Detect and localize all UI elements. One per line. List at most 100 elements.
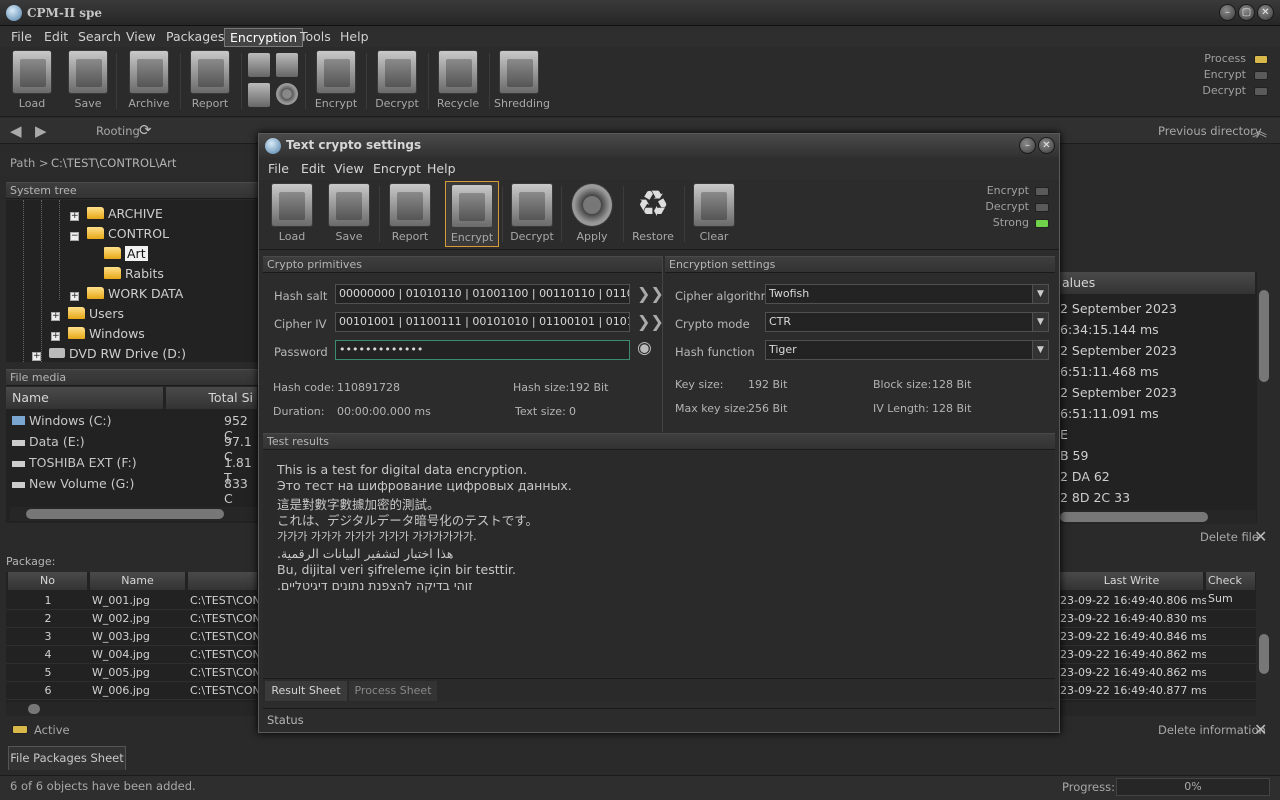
table-cell: 23-09-22 16:49:40.830 ms (1060, 612, 1206, 625)
delete-information-button[interactable]: Delete information (1158, 723, 1266, 737)
delete-file-button[interactable]: Delete file (1200, 530, 1259, 544)
key-icon (511, 183, 553, 227)
tree-item-dvd[interactable]: + DVD RW Drive (D:) (32, 344, 186, 362)
encrypt-button[interactable]: Encrypt (311, 50, 361, 112)
package-hscroll[interactable] (6, 702, 258, 716)
col-name[interactable]: Name (90, 572, 186, 590)
table-cell: 6 (44, 684, 52, 697)
save-button[interactable]: Save (63, 50, 113, 112)
minimize-button[interactable]: – (1219, 4, 1236, 21)
document-icon (248, 83, 270, 107)
dialog-save-button[interactable]: Save (322, 183, 376, 247)
tree-item-archive[interactable]: + ARCHIVE (70, 204, 163, 224)
forward-arrow-icon[interactable]: ▶ (35, 122, 47, 140)
vertical-scrollbar[interactable] (1257, 272, 1272, 524)
decrypt-button[interactable]: Decrypt (372, 50, 422, 112)
dialog-close-button[interactable]: ✕ (1038, 137, 1055, 154)
cipher-iv-generate-icon[interactable]: ❯❯ (637, 312, 664, 331)
cipher-algorithm-select[interactable]: Twofish ▼ (765, 284, 1049, 304)
close-button[interactable]: ✕ (1257, 4, 1274, 21)
dialog-menu-view[interactable]: View (334, 161, 364, 176)
drive-icon (12, 482, 25, 488)
tool-grid-icons[interactable] (248, 53, 300, 109)
table-cell: 23-09-22 16:49:40.862 ms (1060, 648, 1206, 661)
dialog-menu-edit[interactable]: Edit (301, 161, 325, 176)
col-name[interactable]: Name (6, 387, 164, 409)
dlg-decrypt-led (1035, 203, 1049, 212)
tree-item-control[interactable]: − CONTROL (70, 224, 169, 244)
menu-help[interactable]: Help (335, 28, 374, 47)
archive-button[interactable]: Archive (124, 50, 174, 112)
media-row[interactable]: TOSHIBA EXT (F:) (12, 455, 137, 470)
menu-packages[interactable]: Packages (161, 28, 229, 47)
tree-item-users[interactable]: + Users (51, 304, 124, 324)
media-row[interactable]: New Volume (G:) (12, 476, 134, 491)
rooting-label[interactable]: Rooting (96, 124, 140, 138)
menu-search[interactable]: Search (73, 28, 126, 47)
dialog-menu-encrypt[interactable]: Encrypt (373, 161, 421, 176)
gear-icon (571, 183, 613, 227)
cipher-iv-field[interactable]: 00101001 | 01100111 | 00101010 | 0110010… (335, 312, 630, 332)
refresh-icon[interactable]: ⟳ (139, 121, 152, 139)
result-line: これは、デジタルデータ暗号化のテストです。 (277, 513, 539, 528)
restore-button[interactable]: ▢ (1238, 4, 1255, 21)
dialog-restore-button[interactable]: ♻ Restore (626, 183, 680, 247)
menu-file[interactable]: File (6, 28, 37, 47)
tree-item-rabits[interactable]: Rabits (104, 264, 164, 284)
col-path[interactable] (188, 572, 258, 590)
media-row[interactable]: Data (E:) (12, 434, 85, 449)
delete-info-x-icon[interactable]: ✕ (1254, 720, 1267, 739)
dialog-decrypt-button[interactable]: Decrypt (505, 183, 559, 247)
dialog-load-button[interactable]: Load (265, 183, 319, 247)
media-row[interactable]: Windows (C:) (12, 413, 111, 428)
dialog-encrypt-button[interactable]: Encrypt (445, 181, 499, 247)
dialog-minimize-button[interactable]: – (1019, 137, 1036, 154)
tree-item-art[interactable]: Art (104, 244, 148, 264)
eye-icon[interactable]: ◉ (637, 338, 652, 358)
col-no[interactable]: No (8, 572, 88, 590)
key-size-value: 192 Bit (748, 378, 788, 391)
menu-tools[interactable]: Tools (295, 28, 336, 47)
table-cell: 4 (44, 648, 52, 661)
col-check-sum[interactable]: Check Sum (1206, 572, 1256, 605)
col-values[interactable]: alues (1060, 272, 1256, 294)
chevron-up-icon[interactable]: ︽ (1252, 120, 1267, 141)
crypto-primitives-header: Crypto primitives (263, 256, 663, 273)
menu-view[interactable]: View (121, 28, 161, 47)
password-field[interactable]: ••••••••••••• (335, 340, 630, 360)
tab-result-sheet[interactable]: Result Sheet (265, 681, 347, 701)
crypto-mode-select[interactable]: CTR ▼ (765, 312, 1049, 332)
tab-process-sheet[interactable]: Process Sheet (349, 681, 437, 701)
delete-x-icon[interactable]: ✕ (1254, 527, 1267, 546)
col-total-size[interactable]: Total Si (166, 387, 258, 409)
test-results-header: Test results (263, 433, 1055, 450)
dialog-menu-file[interactable]: File (268, 161, 289, 176)
tab-file-packages-sheet[interactable]: File Packages Sheet (8, 746, 126, 770)
values-hscroll[interactable] (1060, 510, 1256, 524)
tree-item-work-data[interactable]: + WORK DATA (70, 284, 183, 304)
recycle-button[interactable]: Recycle (433, 50, 483, 112)
col-last-write[interactable]: Last Write (1060, 572, 1204, 590)
shredding-button[interactable]: Shredding (494, 50, 550, 112)
dialog-toolbar: Load Save Report Encrypt Decrypt Apply ♻… (259, 180, 1059, 250)
menu-encryption[interactable]: Encryption (224, 28, 304, 47)
previous-directory-label[interactable]: Previous directory (1158, 124, 1262, 138)
hash-salt-generate-icon[interactable]: ❯❯ (637, 284, 664, 303)
menu-edit[interactable]: Edit (39, 28, 73, 47)
horizontal-scrollbar[interactable] (10, 507, 258, 521)
hash-function-select[interactable]: Tiger ▼ (765, 340, 1049, 360)
report-button[interactable]: Report (185, 50, 235, 112)
dialog-report-button[interactable]: Report (383, 183, 437, 247)
back-arrow-icon[interactable]: ◀ (10, 122, 22, 140)
hash-size-value: 192 Bit (569, 381, 609, 394)
load-button[interactable]: Load (7, 50, 57, 112)
dialog-clear-button[interactable]: Clear (687, 183, 741, 247)
dialog-menu-help[interactable]: Help (427, 161, 456, 176)
folder-icon (104, 247, 121, 259)
package-vscroll[interactable] (1256, 572, 1272, 702)
tree-item-windows[interactable]: + Windows (51, 324, 145, 344)
hash-salt-field[interactable]: 00000000 | 01010110 | 01001100 | 0011011… (335, 284, 630, 304)
dialog-apply-button[interactable]: Apply (565, 183, 619, 247)
test-results-text[interactable]: This is a test for digital data encrypti… (263, 451, 1055, 677)
path-value[interactable]: C:\TEST\CONTROL\Art (51, 156, 176, 170)
